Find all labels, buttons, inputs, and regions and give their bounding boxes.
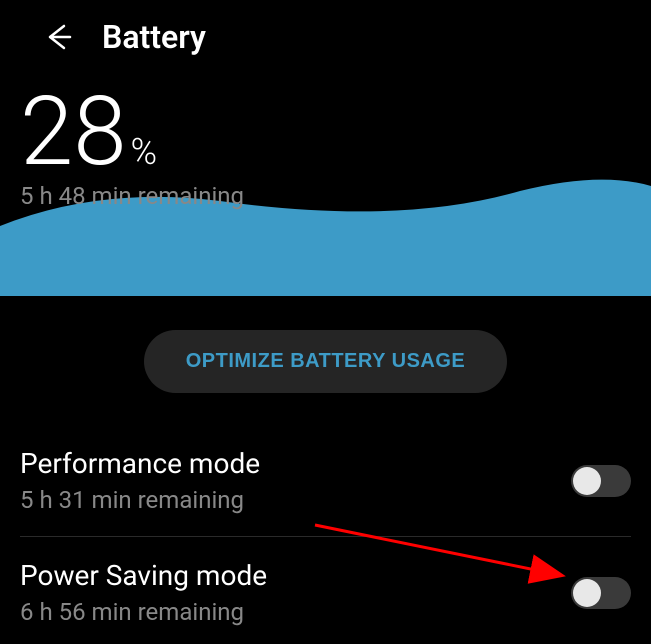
mode-subtitle: 5 h 31 min remaining [20, 486, 571, 514]
performance-mode-toggle[interactable] [571, 465, 631, 497]
battery-remaining-time: 5 h 48 min remaining [20, 182, 631, 210]
page-title: Battery [102, 18, 206, 56]
mode-text: Power Saving mode 6 h 56 min remaining [20, 559, 571, 626]
optimize-battery-button[interactable]: OPTIMIZE BATTERY USAGE [144, 330, 508, 393]
battery-percentage: 28 % [20, 84, 631, 180]
mode-title: Performance mode [20, 447, 571, 480]
performance-mode-item[interactable]: Performance mode 5 h 31 min remaining [20, 429, 631, 532]
power-saving-mode-toggle[interactable] [571, 577, 631, 609]
battery-summary: 28 % 5 h 48 min remaining [0, 74, 651, 210]
divider [20, 536, 631, 537]
back-button[interactable] [40, 20, 74, 54]
mode-title: Power Saving mode [20, 559, 571, 592]
header: Battery [0, 0, 651, 74]
mode-list: Performance mode 5 h 31 min remaining Po… [0, 429, 651, 644]
toggle-knob [573, 467, 601, 495]
battery-percent-value: 28 [20, 84, 127, 180]
percent-symbol: % [131, 131, 158, 173]
mode-text: Performance mode 5 h 31 min remaining [20, 447, 571, 514]
optimize-section: OPTIMIZE BATTERY USAGE [0, 330, 651, 393]
mode-subtitle: 6 h 56 min remaining [20, 598, 571, 626]
toggle-knob [573, 579, 601, 607]
power-saving-mode-item[interactable]: Power Saving mode 6 h 56 min remaining [20, 541, 631, 644]
back-arrow-icon [42, 22, 72, 52]
